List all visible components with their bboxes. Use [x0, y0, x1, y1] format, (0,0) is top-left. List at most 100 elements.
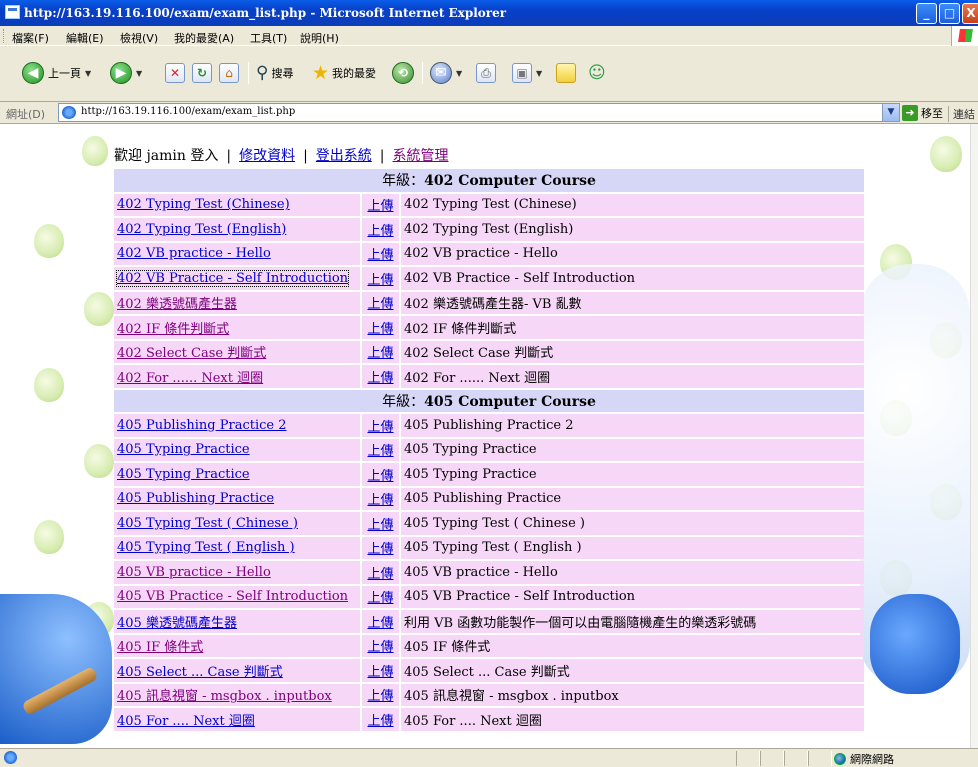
upload-link[interactable]: 上傳 — [367, 444, 393, 459]
links-button[interactable]: 連結 — [948, 106, 975, 122]
upload-link[interactable]: 上傳 — [367, 297, 393, 312]
edit-profile-link[interactable]: 修改資料 — [239, 148, 295, 164]
upload-link[interactable]: 上傳 — [367, 640, 393, 655]
upload-link[interactable]: 上傳 — [367, 591, 393, 606]
upload-link[interactable]: 上傳 — [367, 224, 393, 239]
favorites-button[interactable]: ★ 我的最愛 — [312, 60, 376, 86]
refresh-icon: ↻ — [192, 63, 212, 83]
upload-link[interactable]: 上傳 — [367, 493, 393, 508]
status-bar: 網際網路 — [0, 748, 978, 767]
print-button[interactable]: ⎙ — [476, 60, 496, 86]
address-label: 網址(D) — [6, 108, 46, 121]
address-dropdown-icon[interactable]: ▼ — [882, 104, 899, 121]
exam-link[interactable]: 405 Select ... Case 判斷式 — [117, 665, 283, 680]
upload-link[interactable]: 上傳 — [367, 199, 393, 214]
exam-title-cell: 405 Typing Test ( Chinese ) — [114, 512, 360, 535]
menu-favorites[interactable]: 我的最愛(A) — [174, 30, 234, 46]
exam-link[interactable]: 405 For .... Next 迴圈 — [117, 714, 255, 729]
upload-link[interactable]: 上傳 — [367, 322, 393, 337]
upload-link[interactable]: 上傳 — [367, 616, 393, 631]
exam-link[interactable]: 402 VB Practice - Self Introduction — [115, 269, 350, 287]
forward-dropdown-icon[interactable]: ▼ — [136, 69, 142, 78]
upload-link[interactable]: 上傳 — [367, 542, 393, 557]
menu-help[interactable]: 說明(H) — [300, 30, 339, 46]
upload-link[interactable]: 上傳 — [367, 346, 393, 361]
exam-link[interactable]: 405 Typing Practice — [117, 467, 250, 482]
home-icon: ⌂ — [219, 63, 239, 83]
menu-view[interactable]: 檢視(V) — [120, 30, 158, 46]
home-button[interactable]: ⌂ — [219, 60, 239, 86]
exam-link[interactable]: 405 Typing Test ( Chinese ) — [117, 516, 298, 531]
forward-button[interactable]: ▶ ▼ — [110, 60, 142, 86]
stop-button[interactable]: ✕ — [165, 60, 185, 86]
upload-link[interactable]: 上傳 — [367, 665, 393, 680]
upload-link[interactable]: 上傳 — [367, 567, 393, 582]
vertical-scrollbar[interactable] — [970, 124, 978, 748]
refresh-button[interactable]: ↻ — [192, 60, 212, 86]
exam-description: 402 VB practice - Hello — [401, 242, 864, 265]
exam-description: 402 For ...... Next 迴圈 — [401, 365, 864, 388]
exam-link[interactable]: 405 Typing Test ( English ) — [117, 540, 295, 555]
upload-link[interactable]: 上傳 — [367, 714, 393, 729]
menu-edit[interactable]: 編輯(E) — [66, 30, 104, 46]
exam-link[interactable]: 402 For ...... Next 迴圈 — [117, 371, 263, 386]
exam-row: 405 Publishing Practice 上傳 405 Publishing … — [114, 487, 864, 510]
edit-button[interactable]: ▣ ▼ — [512, 60, 542, 86]
exam-link[interactable]: 402 Typing Test (English) — [117, 222, 286, 237]
close-button[interactable]: X — [962, 3, 978, 24]
upload-link[interactable]: 上傳 — [367, 469, 393, 484]
upload-cell: 上傳 — [362, 512, 399, 535]
admin-link[interactable]: 系統管理 — [393, 148, 449, 164]
exam-link[interactable]: 405 IF 條件式 — [117, 640, 203, 655]
upload-link[interactable]: 上傳 — [367, 689, 393, 704]
go-button[interactable]: ➜ 移至 — [902, 104, 943, 121]
upload-link[interactable]: 上傳 — [367, 248, 393, 263]
mascot-decoration — [870, 594, 960, 694]
exam-link[interactable]: 402 樂透號碼產生器 — [117, 297, 237, 312]
back-dropdown-icon[interactable]: ▼ — [85, 69, 91, 78]
menu-grip[interactable] — [3, 29, 5, 43]
mail-dropdown-icon[interactable]: ▼ — [456, 69, 462, 78]
upload-link[interactable]: 上傳 — [367, 371, 393, 386]
exam-row: 405 Publishing Practice 2 上傳 405 Publishin… — [114, 414, 864, 437]
exam-row: 402 Select Case 判斷式 上傳 402 Select Case 判斷式 — [114, 340, 864, 363]
search-button[interactable]: ⚲ 搜尋 — [256, 60, 293, 86]
exam-link[interactable]: 402 VB practice - Hello — [117, 246, 271, 261]
history-button[interactable]: ⟲ — [392, 60, 414, 86]
minimize-button[interactable]: _ — [916, 3, 937, 24]
favorites-label: 我的最愛 — [332, 67, 377, 80]
address-url[interactable]: http://163.19.116.100/exam/exam_list.php — [81, 106, 295, 117]
menu-tools[interactable]: 工具(T) — [250, 30, 287, 46]
mail-button[interactable]: ✉ ▼ — [430, 60, 462, 86]
exam-link[interactable]: 402 Select Case 判斷式 — [117, 346, 266, 361]
edit-page-icon: ▣ — [512, 63, 532, 83]
exam-link[interactable]: 405 VB Practice - Self Introduction — [117, 589, 348, 604]
exam-link[interactable]: 405 VB practice - Hello — [117, 565, 271, 580]
exam-link[interactable]: 405 訊息視窗 - msgbox . inputbox — [117, 689, 332, 704]
menu-file[interactable]: 檔案(F) — [12, 30, 49, 46]
back-button[interactable]: ◀ 上一頁 ▼ — [22, 60, 91, 86]
title-bar[interactable]: http://163.19.116.100/exam/exam_list.php… — [0, 0, 978, 26]
exam-title-cell: 402 Select Case 判斷式 — [114, 340, 360, 363]
exam-link[interactable]: 405 樂透號碼產生器 — [117, 616, 237, 631]
maximize-button[interactable]: □ — [939, 3, 960, 24]
upload-link[interactable]: 上傳 — [367, 420, 393, 435]
exam-link[interactable]: 405 Publishing Practice 2 — [117, 418, 286, 433]
upload-link[interactable]: 上傳 — [367, 518, 393, 533]
exam-link[interactable]: 405 Publishing Practice — [117, 491, 274, 506]
exam-link[interactable]: 405 Typing Practice — [117, 442, 250, 457]
address-input[interactable]: http://163.19.116.100/exam/exam_list.php… — [58, 103, 900, 122]
exam-title-cell: 402 樂透號碼產生器 — [114, 291, 360, 314]
messenger-button[interactable]: ☺ — [588, 60, 606, 86]
exam-row: 402 Typing Test (Chinese) 上傳 402 Typing Te… — [114, 193, 864, 216]
messenger-icon: ☺ — [588, 63, 606, 83]
logout-link[interactable]: 登出系統 — [316, 148, 372, 164]
discuss-button[interactable] — [556, 60, 576, 86]
exam-link[interactable]: 402 IF 條件判斷式 — [117, 322, 229, 337]
exam-row: 405 Select ... Case 判斷式 上傳 405 Select ... … — [114, 659, 864, 682]
exam-link[interactable]: 402 Typing Test (Chinese) — [117, 197, 290, 212]
edit-dropdown-icon[interactable]: ▼ — [536, 69, 542, 78]
back-arrow-icon: ◀ — [22, 62, 44, 84]
upload-link[interactable]: 上傳 — [367, 273, 393, 288]
upload-cell: 上傳 — [362, 585, 399, 608]
